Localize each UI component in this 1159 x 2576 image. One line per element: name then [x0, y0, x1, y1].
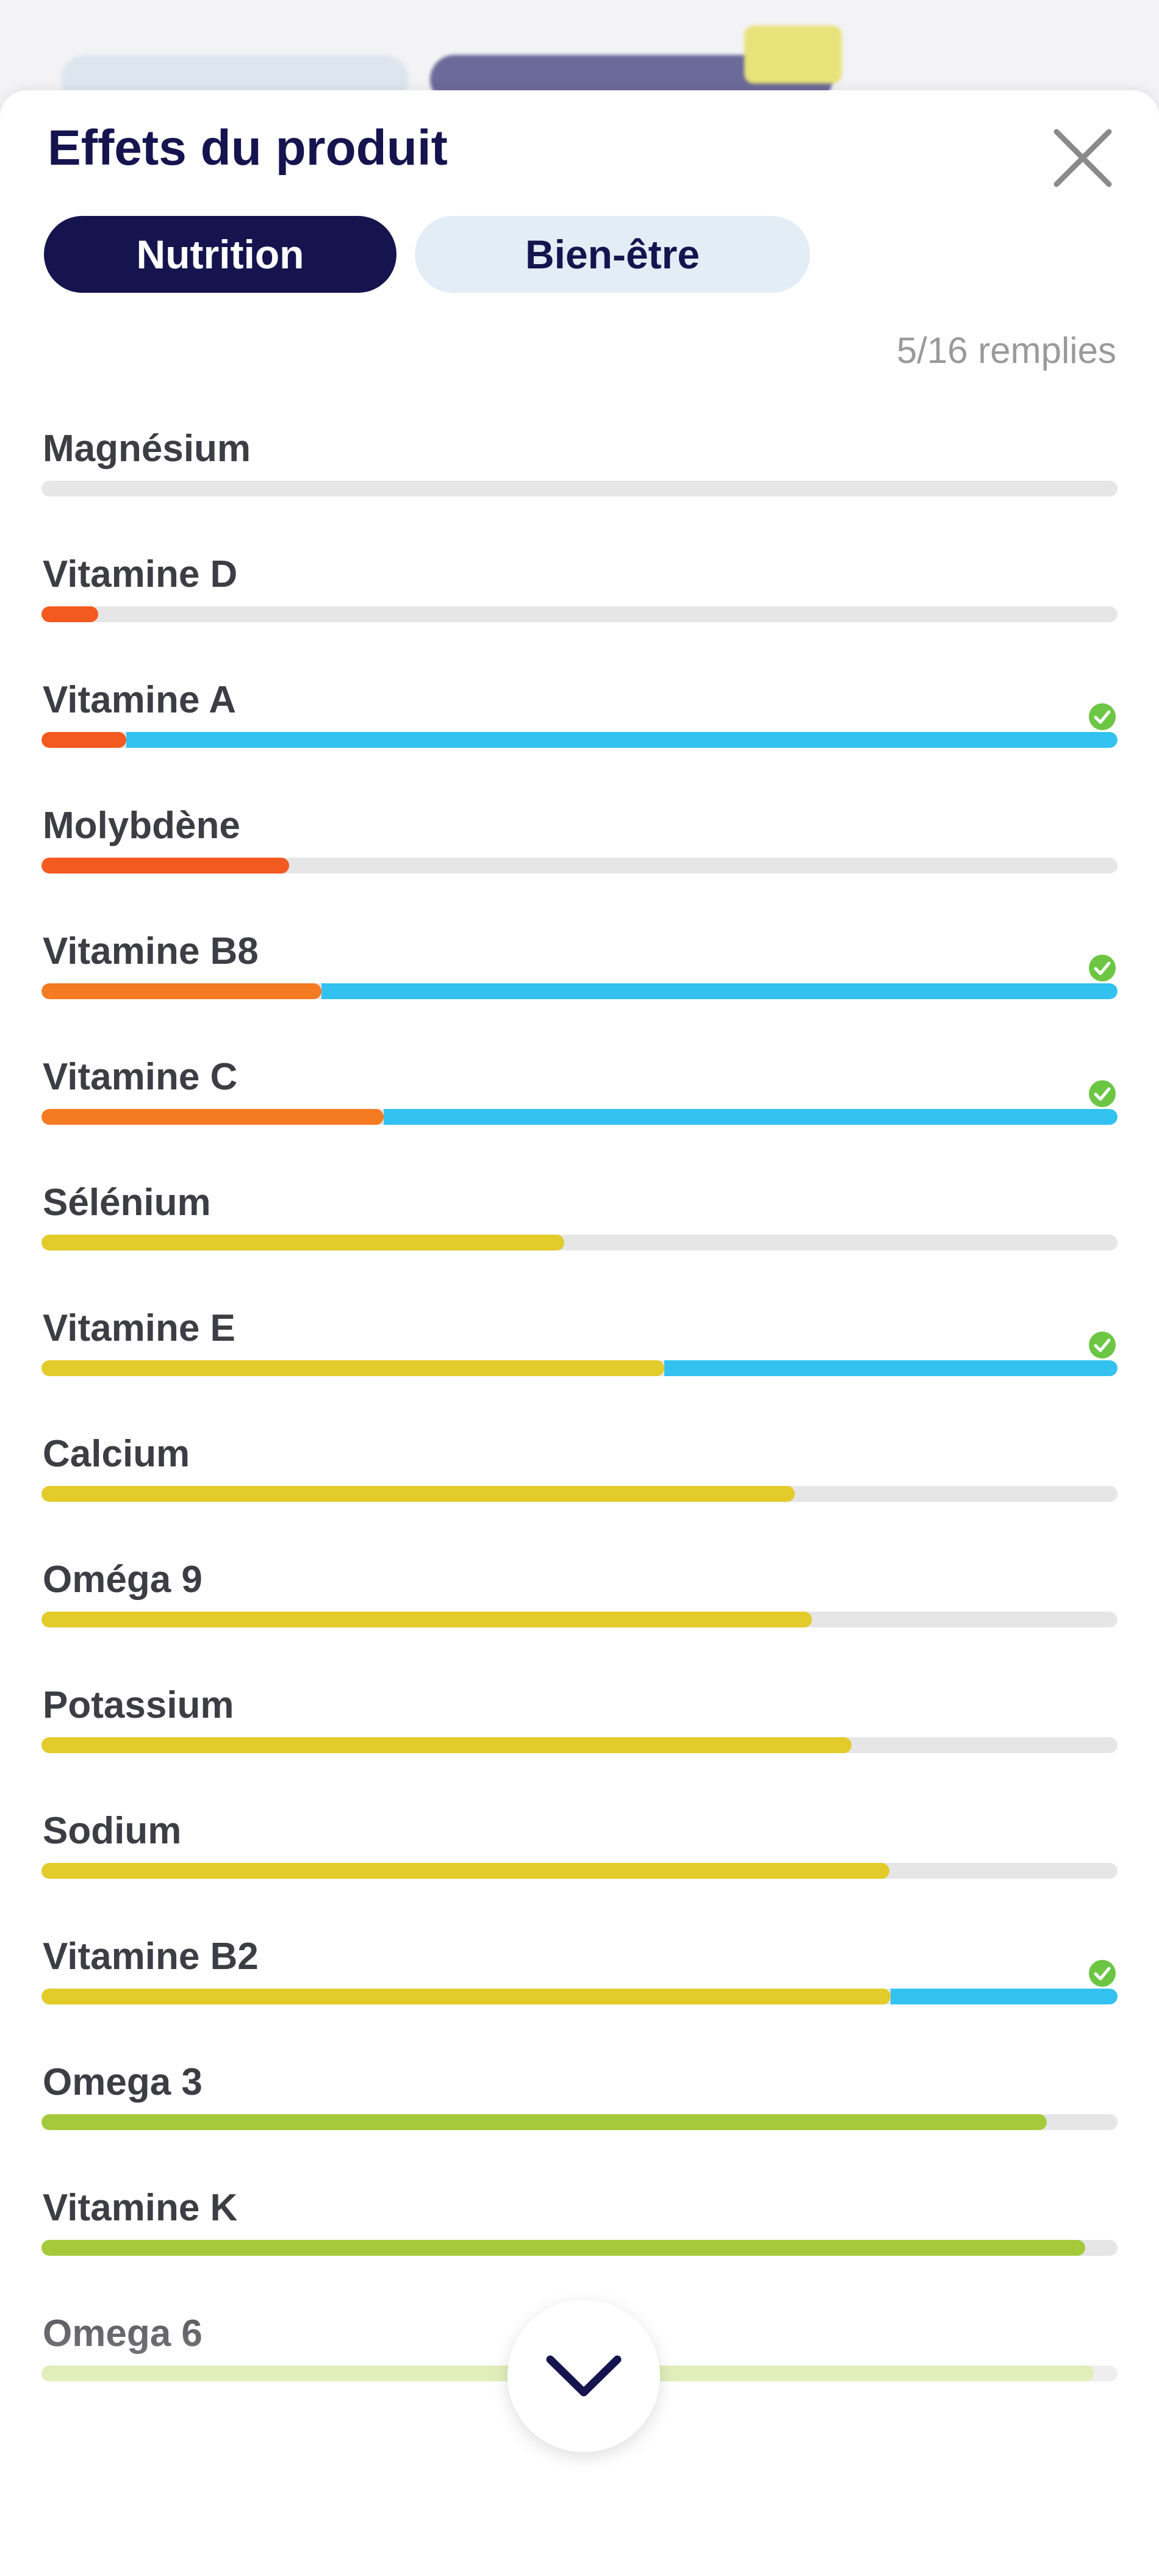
nutrient-progress-fill: [41, 1612, 813, 1627]
nutrient-progress-bar: [41, 606, 1118, 622]
nutrient-progress-fill: [41, 858, 289, 874]
nutrient-row: Vitamine B2: [41, 1932, 1118, 2058]
nutrient-label: Vitamine E: [43, 1307, 235, 1349]
nutrient-row: Sélénium: [41, 1179, 1118, 1304]
nutrient-progress-bar: [41, 983, 1118, 999]
nutrient-progress-bar: [41, 1989, 1118, 2004]
nutrient-progress-fill: [41, 1989, 891, 2004]
nutrient-label: Molybdène: [43, 805, 240, 847]
nutrient-label: Potassium: [43, 1684, 234, 1726]
nutrient-filled-segment: [383, 1109, 1118, 1125]
nutrient-progress-bar: [41, 2240, 1118, 2256]
check-circle-icon: [1088, 1080, 1116, 1108]
tab-nutrition[interactable]: Nutrition: [44, 216, 396, 293]
nutrient-row: Vitamine B8: [41, 927, 1118, 1053]
chevron-down-icon: [546, 2355, 622, 2397]
nutrient-progress-bar: [41, 858, 1118, 874]
nutrient-progress-fill: [41, 2240, 1086, 2256]
background-badge: [744, 26, 842, 84]
nutrient-label: Omega 6: [43, 2312, 203, 2355]
nutrient-filled-segment: [890, 1989, 1118, 2004]
nutrient-label: Vitamine B8: [43, 930, 259, 972]
close-button[interactable]: [1049, 124, 1116, 192]
nutrient-label: Magnésium: [43, 428, 251, 470]
nutrient-row: Magnésium: [41, 425, 1118, 550]
sheet-title: Effets du produit: [48, 120, 448, 176]
nutrient-progress-fill: [41, 2114, 1047, 2130]
nutrient-progress-fill: [41, 732, 127, 748]
nutrient-progress-bar: [41, 732, 1118, 748]
nutrient-progress-fill: [41, 983, 321, 999]
nutrient-progress-fill: [41, 1737, 852, 1753]
check-circle-icon: [1088, 1959, 1116, 1987]
fill-count: 5/16 remplies: [896, 330, 1116, 371]
nutrient-progress-fill: [41, 1109, 384, 1125]
nutrient-row: Calcium: [41, 1430, 1118, 1555]
nutrient-label: Oméga 9: [43, 1559, 203, 1601]
nutrient-progress-bar: [41, 481, 1118, 497]
nutrient-row: Vitamine C: [41, 1053, 1118, 1179]
nutrient-progress-bar: [41, 1235, 1118, 1250]
nutrient-label: Calcium: [43, 1433, 190, 1475]
nutrient-progress-fill: [41, 1863, 890, 1879]
nutrient-progress-bar: [41, 1360, 1118, 1376]
nutrient-label: Vitamine K: [43, 2187, 238, 2229]
nutrient-progress-bar: [41, 1612, 1118, 1627]
nutrient-progress-bar: [41, 1109, 1118, 1125]
nutrient-label: Sodium: [43, 1810, 182, 1852]
check-circle-icon: [1088, 954, 1116, 982]
nutrient-progress-fill: [41, 606, 99, 622]
product-effects-sheet: Effets du produit Nutrition Bien-être 5/…: [0, 90, 1159, 2576]
nutrient-label: Omega 3: [43, 2061, 203, 2103]
nutrient-row: Sodium: [41, 1807, 1118, 1932]
nutrient-progress-bar: [41, 1863, 1118, 1879]
check-circle-icon: [1088, 703, 1116, 731]
nutrient-progress-fill: [41, 1235, 565, 1250]
nutrient-row: Vitamine A: [41, 676, 1118, 802]
check-circle-icon: [1088, 1331, 1116, 1359]
nutrient-progress-bar: [41, 2114, 1118, 2130]
nutrient-label: Vitamine A: [43, 679, 236, 721]
nutrient-row: Molybdène: [41, 802, 1118, 927]
nutrient-filled-segment: [126, 732, 1118, 748]
tab-bien-etre[interactable]: Bien-être: [415, 216, 810, 293]
nutrient-row: Vitamine D: [41, 550, 1118, 676]
nutrient-filled-segment: [664, 1360, 1118, 1376]
nutrient-row: Vitamine K: [41, 2184, 1118, 2309]
nutrient-list: Magnésium Vitamine D Vitamine A Molybdène Vi…: [41, 425, 1118, 2435]
nutrient-progress-fill: [41, 1486, 795, 1502]
nutrient-progress-fill: [41, 1360, 665, 1376]
nutrient-row: Oméga 9: [41, 1555, 1118, 1681]
nutrient-row: Omega 3: [41, 2058, 1118, 2184]
nutrient-progress-bar: [41, 1737, 1118, 1753]
scroll-down-button[interactable]: [508, 2300, 660, 2452]
nutrient-filled-segment: [321, 983, 1118, 999]
nutrient-label: Vitamine C: [43, 1056, 238, 1098]
nutrient-label: Vitamine B2: [43, 1936, 259, 1978]
nutrient-label: Vitamine D: [43, 553, 238, 595]
nutrient-label: Sélénium: [43, 1182, 211, 1224]
nutrient-progress-bar: [41, 1486, 1118, 1502]
nutrient-row: Potassium: [41, 1681, 1118, 1807]
nutrient-row: Vitamine E: [41, 1304, 1118, 1430]
close-icon: [1053, 129, 1112, 187]
